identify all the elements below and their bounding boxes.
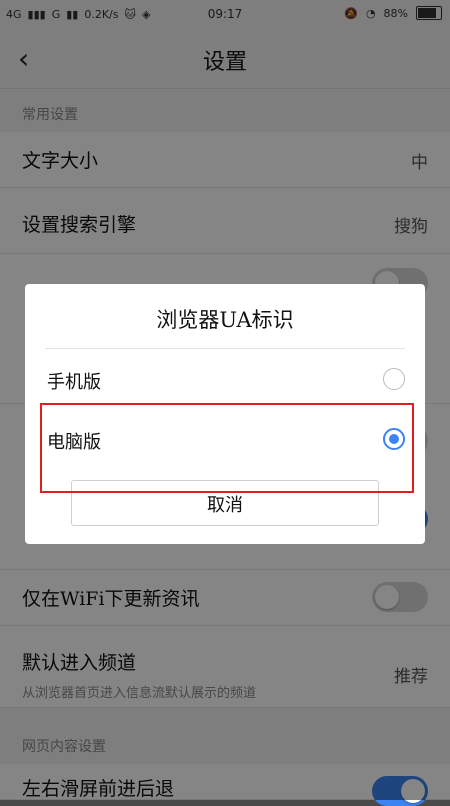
option-mobile[interactable]: 手机版 — [45, 354, 405, 408]
dialog-title: 浏览器UA标识 — [156, 308, 294, 332]
selection-highlight-box — [40, 403, 414, 493]
option-mobile-label: 手机版 — [47, 372, 101, 393]
cancel-button-label: 取消 — [207, 495, 243, 516]
option-mobile-radio[interactable] — [383, 368, 405, 390]
dialog-divider — [45, 348, 405, 349]
